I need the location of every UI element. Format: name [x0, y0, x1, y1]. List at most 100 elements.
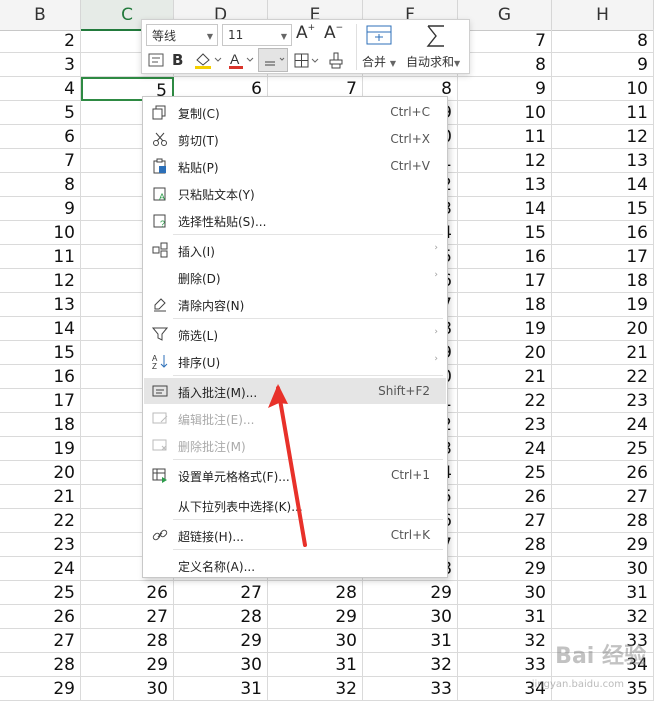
menu-item[interactable]: 删除(D) ›: [144, 264, 446, 290]
menu-item[interactable]: 定义名称(A)...: [144, 552, 446, 578]
table-cell[interactable]: 20: [458, 341, 552, 365]
font-color-button[interactable]: A: [226, 50, 256, 70]
table-cell[interactable]: 9: [0, 197, 81, 221]
table-cell[interactable]: 8: [552, 29, 654, 53]
table-cell[interactable]: 28: [174, 605, 268, 629]
column-header-g[interactable]: G: [458, 0, 552, 31]
table-cell[interactable]: 2: [0, 29, 81, 53]
table-cell[interactable]: 9: [458, 77, 552, 101]
increase-font-size-button[interactable]: A+: [296, 23, 318, 45]
table-cell[interactable]: 25: [458, 461, 552, 485]
table-cell[interactable]: 21: [0, 485, 81, 509]
table-cell[interactable]: 20: [552, 317, 654, 341]
table-cell[interactable]: 14: [552, 173, 654, 197]
table-cell[interactable]: 30: [458, 581, 552, 605]
table-cell[interactable]: 23: [0, 533, 81, 557]
menu-item[interactable]: 插入(I) ›: [144, 237, 446, 263]
merge-button[interactable]: 合并 ▼: [360, 23, 398, 73]
table-cell[interactable]: 31: [458, 605, 552, 629]
table-cell[interactable]: 19: [458, 317, 552, 341]
table-cell[interactable]: 28: [81, 629, 174, 653]
table-cell[interactable]: 28: [552, 509, 654, 533]
table-cell[interactable]: 14: [458, 197, 552, 221]
table-cell[interactable]: 32: [458, 629, 552, 653]
menu-item[interactable]: 从下拉列表中选择(K)...: [144, 492, 446, 518]
table-cell[interactable]: 26: [552, 461, 654, 485]
table-cell[interactable]: 27: [0, 629, 81, 653]
table-cell[interactable]: 11: [0, 245, 81, 269]
table-cell[interactable]: 30: [363, 605, 458, 629]
table-cell[interactable]: 18: [0, 413, 81, 437]
autosum-button[interactable]: 自动求和▼: [404, 23, 468, 73]
table-cell[interactable]: 15: [458, 221, 552, 245]
bold-button[interactable]: B: [172, 50, 190, 70]
menu-item[interactable]: 插入批注(M)... Shift+F2: [144, 378, 446, 404]
table-cell[interactable]: 29: [0, 677, 81, 701]
menu-item[interactable]: 清除内容(N): [144, 291, 446, 317]
table-cell[interactable]: 27: [552, 485, 654, 509]
table-cell[interactable]: 25: [552, 437, 654, 461]
table-cell[interactable]: 16: [458, 245, 552, 269]
wrap-text-button[interactable]: [146, 50, 166, 70]
table-cell[interactable]: 22: [552, 365, 654, 389]
table-cell[interactable]: 31: [174, 677, 268, 701]
table-cell[interactable]: 16: [0, 365, 81, 389]
menu-item[interactable]: 筛选(L) ›: [144, 321, 446, 347]
table-cell[interactable]: 29: [268, 605, 363, 629]
table-cell[interactable]: 24: [552, 413, 654, 437]
table-cell[interactable]: 6: [0, 125, 81, 149]
table-cell[interactable]: 17: [0, 389, 81, 413]
table-cell[interactable]: 17: [552, 245, 654, 269]
menu-item[interactable]: 剪切(T) Ctrl+X: [144, 126, 446, 152]
table-cell[interactable]: 12: [458, 149, 552, 173]
table-cell[interactable]: 4: [0, 77, 81, 101]
table-cell[interactable]: 8: [458, 53, 552, 77]
table-cell[interactable]: 18: [552, 269, 654, 293]
table-cell[interactable]: 30: [81, 677, 174, 701]
table-cell[interactable]: 29: [363, 581, 458, 605]
menu-item[interactable]: 设置单元格格式(F)... Ctrl+1: [144, 462, 446, 488]
table-cell[interactable]: 21: [458, 365, 552, 389]
table-cell[interactable]: 29: [81, 653, 174, 677]
table-cell[interactable]: 11: [552, 101, 654, 125]
table-cell[interactable]: 27: [174, 581, 268, 605]
table-cell[interactable]: 33: [458, 653, 552, 677]
table-cell[interactable]: 14: [0, 317, 81, 341]
menu-item[interactable]: A 只粘贴文本(Y): [144, 180, 446, 206]
table-cell[interactable]: 25: [0, 581, 81, 605]
table-cell[interactable]: 7: [458, 29, 552, 53]
table-cell[interactable]: 15: [552, 197, 654, 221]
table-cell[interactable]: 28: [268, 581, 363, 605]
table-cell[interactable]: 26: [81, 581, 174, 605]
border-button[interactable]: [292, 50, 322, 70]
table-cell[interactable]: 10: [552, 77, 654, 101]
table-cell[interactable]: 23: [552, 389, 654, 413]
table-cell[interactable]: 7: [0, 149, 81, 173]
table-cell[interactable]: 13: [552, 149, 654, 173]
table-cell[interactable]: 20: [0, 461, 81, 485]
table-cell[interactable]: 13: [458, 173, 552, 197]
table-cell[interactable]: 18: [458, 293, 552, 317]
table-cell[interactable]: 33: [363, 677, 458, 701]
table-cell[interactable]: 17: [458, 269, 552, 293]
decrease-font-size-button[interactable]: A−: [324, 23, 346, 45]
table-cell[interactable]: 15: [0, 341, 81, 365]
table-cell[interactable]: 21: [552, 341, 654, 365]
table-cell[interactable]: 8: [0, 173, 81, 197]
table-cell[interactable]: 3: [0, 53, 81, 77]
font-size-select[interactable]: 11 ▼: [222, 24, 292, 46]
table-cell[interactable]: 26: [0, 605, 81, 629]
table-cell[interactable]: 32: [363, 653, 458, 677]
table-cell[interactable]: 28: [458, 533, 552, 557]
fill-color-button[interactable]: [192, 50, 222, 70]
table-cell[interactable]: 9: [552, 53, 654, 77]
table-cell[interactable]: 31: [363, 629, 458, 653]
table-cell[interactable]: 10: [0, 221, 81, 245]
table-cell[interactable]: 32: [268, 677, 363, 701]
format-painter-button[interactable]: [326, 50, 346, 70]
menu-item[interactable]: ? 选择性粘贴(S)...: [144, 207, 446, 233]
menu-item[interactable]: 超链接(H)... Ctrl+K: [144, 522, 446, 548]
table-cell[interactable]: 19: [552, 293, 654, 317]
table-cell[interactable]: 31: [552, 581, 654, 605]
table-cell[interactable]: 27: [458, 509, 552, 533]
